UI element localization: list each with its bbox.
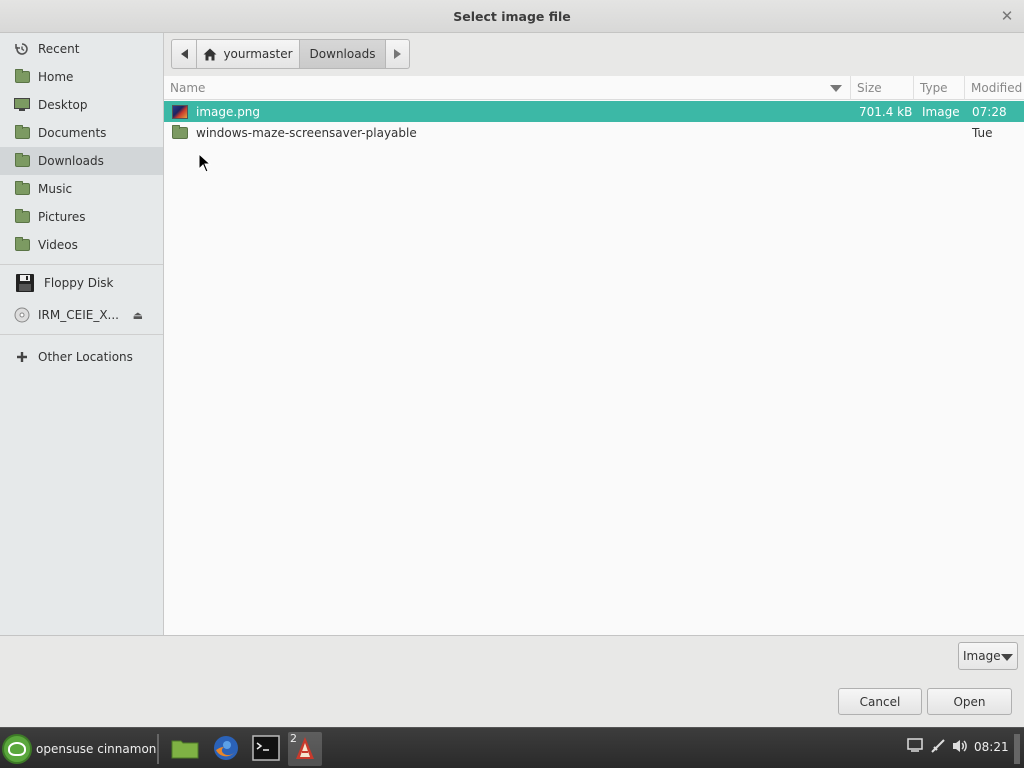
eject-icon[interactable]: ⏏ bbox=[133, 309, 143, 322]
desktop-icon bbox=[14, 97, 30, 113]
file-list: Name Size Type Modified image.png 701.4 … bbox=[164, 76, 1024, 635]
close-icon: ✕ bbox=[1000, 7, 1014, 25]
clock[interactable]: 08:21 bbox=[974, 740, 1009, 754]
file-name: image.png bbox=[196, 104, 261, 119]
taskbar: opensuse cinnamon 2 08:21 bbox=[0, 727, 1024, 768]
file-modified: Tue bbox=[972, 125, 993, 140]
sidebar-item-label: Recent bbox=[38, 42, 80, 56]
close-button[interactable]: ✕ bbox=[998, 7, 1016, 25]
path-button-label: Downloads bbox=[309, 47, 376, 61]
home-folder-icon bbox=[14, 69, 30, 85]
videos-folder-icon bbox=[14, 237, 30, 253]
start-menu-button[interactable]: opensuse cinnamon bbox=[2, 732, 156, 766]
mouse-cursor-icon bbox=[198, 152, 212, 176]
file-size: 701.4 kB bbox=[859, 104, 913, 119]
sidebar-item-other-locations[interactable]: Other Locations bbox=[0, 343, 163, 371]
places-sidebar: Recent Home Desktop Documents Downloads … bbox=[0, 33, 164, 635]
sidebar-item-pictures[interactable]: Pictures bbox=[0, 203, 163, 231]
path-button-home[interactable]: yourmaster bbox=[197, 39, 300, 69]
sidebar-item-music[interactable]: Music bbox=[0, 175, 163, 203]
home-icon bbox=[203, 48, 217, 61]
window-group-button[interactable]: 2 bbox=[288, 732, 322, 766]
path-bar: yourmaster Downloads bbox=[171, 39, 410, 69]
column-name[interactable]: Name bbox=[164, 76, 850, 100]
show-desktop-button[interactable] bbox=[1014, 734, 1020, 764]
file-name: windows-maze-screensaver-playable bbox=[196, 125, 417, 140]
sidebar-item-floppy-disk[interactable]: Floppy Disk bbox=[0, 268, 163, 298]
downloads-folder-icon bbox=[14, 153, 30, 169]
dialog-title: Select image file bbox=[453, 9, 571, 24]
sidebar-item-label: Floppy Disk bbox=[44, 276, 114, 290]
sidebar-item-optical-disc[interactable]: IRM_CEIE_X... ⏏ bbox=[0, 301, 163, 329]
chevron-left-icon bbox=[180, 49, 188, 59]
files-launcher[interactable] bbox=[168, 732, 202, 766]
firefox-launcher[interactable] bbox=[209, 732, 243, 766]
sidebar-separator bbox=[0, 264, 163, 265]
path-button-label: yourmaster bbox=[223, 47, 293, 61]
music-folder-icon bbox=[14, 181, 30, 197]
file-row[interactable]: windows-maze-screensaver-playable Tue bbox=[164, 122, 1024, 143]
sidebar-item-label: Pictures bbox=[38, 210, 86, 224]
sidebar-item-videos[interactable]: Videos bbox=[0, 231, 163, 259]
recent-icon bbox=[14, 41, 30, 57]
sidebar-item-documents[interactable]: Documents bbox=[0, 119, 163, 147]
column-size[interactable]: Size bbox=[850, 76, 913, 100]
column-modified[interactable]: Modified bbox=[964, 76, 1024, 100]
window-count: 2 bbox=[290, 732, 297, 745]
sidebar-item-recent[interactable]: Recent bbox=[0, 35, 163, 63]
folder-icon bbox=[171, 737, 199, 762]
image-file-icon bbox=[172, 101, 188, 122]
sidebar-item-home[interactable]: Home bbox=[0, 63, 163, 91]
column-type-label: Type bbox=[920, 81, 948, 95]
sidebar-item-label: IRM_CEIE_X... bbox=[38, 308, 119, 322]
sidebar-item-label: Videos bbox=[38, 238, 78, 252]
column-header: Name Size Type Modified bbox=[164, 76, 1024, 100]
optical-disc-icon bbox=[14, 307, 30, 323]
open-button[interactable]: Open bbox=[927, 688, 1012, 715]
display-icon[interactable] bbox=[907, 738, 923, 755]
sidebar-item-label: Home bbox=[38, 70, 74, 84]
firefox-icon bbox=[212, 734, 240, 765]
sidebar-separator bbox=[0, 334, 163, 335]
volume-icon[interactable] bbox=[951, 738, 969, 757]
sidebar-item-label: Desktop bbox=[38, 98, 88, 112]
cancel-button[interactable]: Cancel bbox=[838, 688, 922, 715]
terminal-launcher[interactable] bbox=[249, 732, 283, 766]
chevron-right-icon bbox=[394, 49, 401, 59]
plus-icon bbox=[14, 349, 30, 365]
network-icon[interactable] bbox=[930, 738, 946, 757]
terminal-icon bbox=[252, 734, 280, 764]
start-menu-label: opensuse cinnamon bbox=[36, 742, 157, 756]
column-size-label: Size bbox=[857, 81, 882, 95]
dialog-titlebar: Select image file ✕ bbox=[0, 0, 1024, 33]
column-modified-label: Modified bbox=[971, 81, 1023, 95]
sidebar-item-label: Other Locations bbox=[38, 350, 133, 364]
floppy-disk-icon bbox=[14, 273, 36, 293]
file-type: Image bbox=[922, 104, 960, 119]
sidebar-item-desktop[interactable]: Desktop bbox=[0, 91, 163, 119]
sidebar-item-label: Documents bbox=[38, 126, 107, 140]
folder-icon bbox=[172, 122, 188, 143]
file-row[interactable]: image.png 701.4 kB Image 07:28 bbox=[164, 101, 1024, 122]
file-type-filter[interactable]: Image bbox=[958, 642, 1018, 670]
column-type[interactable]: Type bbox=[913, 76, 964, 100]
sidebar-item-label: Music bbox=[38, 182, 73, 196]
taskbar-separator bbox=[157, 734, 159, 764]
sort-arrow-icon bbox=[830, 85, 842, 92]
path-forward-button[interactable] bbox=[386, 39, 410, 69]
filter-selected: Image bbox=[963, 649, 1001, 663]
sidebar-item-downloads[interactable]: Downloads bbox=[0, 147, 163, 175]
chevron-down-icon bbox=[1001, 654, 1013, 661]
path-button-current[interactable]: Downloads bbox=[300, 39, 386, 69]
path-back-button[interactable] bbox=[171, 39, 197, 69]
pictures-folder-icon bbox=[14, 209, 30, 225]
opensuse-logo-icon bbox=[2, 734, 32, 764]
documents-folder-icon bbox=[14, 125, 30, 141]
column-name-label: Name bbox=[170, 81, 206, 95]
sidebar-item-label: Downloads bbox=[38, 154, 104, 168]
file-modified: 07:28 bbox=[972, 104, 1007, 119]
